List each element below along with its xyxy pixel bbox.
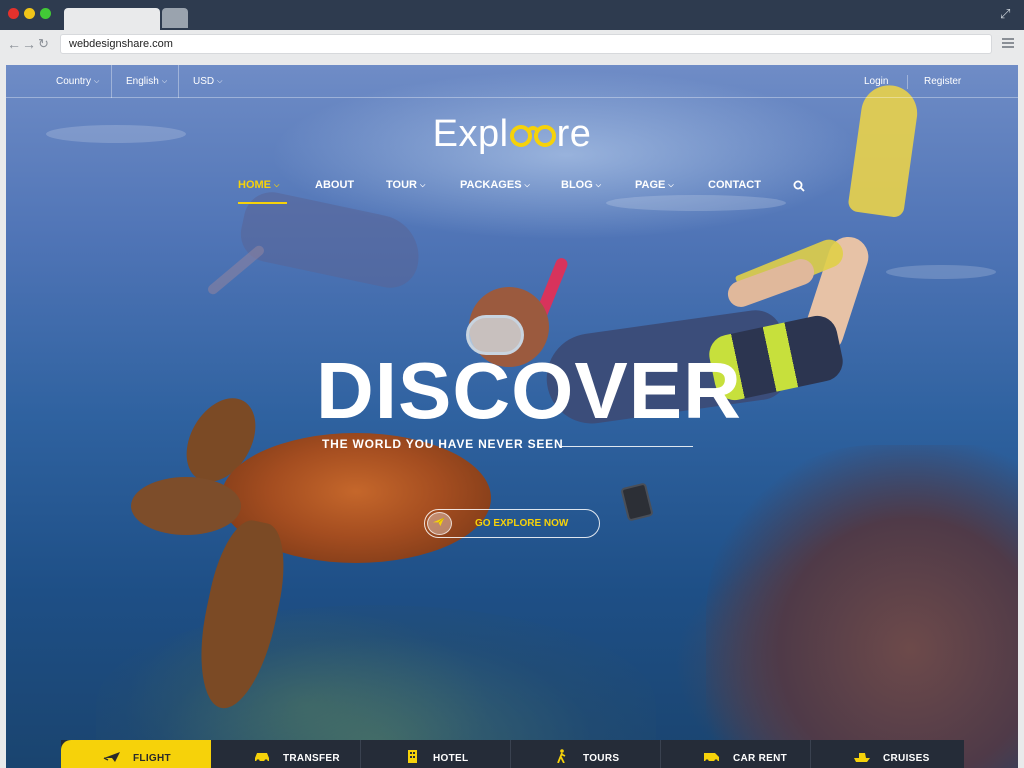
cta-label: GO EXPLORE NOW [475,518,569,529]
browser-tab-new[interactable] [162,8,188,28]
nav-item-about[interactable]: ABOUT [315,179,354,191]
site-logo[interactable]: Expl re [6,113,1018,156]
reload-icon[interactable]: ↻ [38,35,49,53]
hamburger-menu-icon[interactable] [1002,38,1014,50]
nav-item-contact[interactable]: CONTACT [708,179,761,191]
logo-text-prefix: Expl [432,113,509,155]
tab-label: HOTEL [433,753,469,764]
nav-item-page[interactable]: PAGE ⌵ [635,179,674,191]
divider [907,75,908,89]
back-arrow-icon[interactable]: ← [7,35,21,53]
fullscreen-icon[interactable]: ⤢ [1000,7,1014,21]
booking-tabs: FLIGHT TRANSFER HOTEL TOURS CAR RENT CRU… [61,740,964,768]
chevron-down-icon: ⌵ [274,182,280,189]
chevron-down-icon: ⌵ [524,182,530,189]
divider [111,65,112,98]
top-utility-bar: Country ⌵ English ⌵ USD ⌵ Login Register [6,65,1018,98]
currency-dropdown[interactable]: USD ⌵ [193,65,222,98]
tab-label: FLIGHT [133,753,171,764]
nav-label: TOUR [386,179,417,191]
building-icon [408,750,417,763]
goggles-logo-icon [509,125,556,147]
nav-label: CONTACT [708,179,761,191]
chevron-down-icon: ⌵ [94,78,100,85]
logo-text-suffix: re [556,113,592,155]
nav-label: PACKAGES [460,179,522,191]
tab-tours[interactable]: TOURS [511,740,661,768]
tab-flight[interactable]: FLIGHT [61,740,211,768]
minimize-window-button[interactable] [24,8,35,19]
tab-hotel[interactable]: HOTEL [361,740,511,768]
active-nav-indicator [238,202,287,204]
login-link[interactable]: Login [864,65,888,98]
tab-transfer[interactable]: TRANSFER [211,740,361,768]
divider [178,65,179,98]
maximize-window-button[interactable] [40,8,51,19]
main-nav: HOME ⌵ ABOUT TOUR ⌵ PACKAGES ⌵ BLOG ⌵ PAGE ⌵ … [6,179,1018,199]
underwater-camera [620,482,654,522]
nav-label: HOME [238,179,271,191]
explore-now-button[interactable]: GO EXPLORE NOW [424,509,600,538]
chevron-down-icon: ⌵ [217,78,223,85]
address-bar[interactable]: webdesignshare.com [60,34,992,54]
chevron-down-icon: ⌵ [595,182,602,189]
nav-label: BLOG [561,179,593,191]
currency-label: USD [193,76,215,87]
plane-icon [103,752,120,762]
browser-titlebar: ⤢ [0,0,1024,30]
hero-subline: THE WORLD YOU HAVE NEVER SEEN [322,437,564,451]
register-link[interactable]: Register [924,65,961,98]
tab-car-rent[interactable]: CAR RENT [661,740,811,768]
browser-tab-active[interactable] [64,8,160,30]
ship-icon [854,753,870,762]
nav-item-tour[interactable]: TOUR ⌵ [386,179,425,191]
country-label: Country [56,76,92,87]
water-shimmer [886,265,996,279]
nav-item-home[interactable]: HOME ⌵ [238,179,279,191]
forward-arrow-icon[interactable]: → [22,35,36,53]
nav-item-blog[interactable]: BLOG ⌵ [561,179,601,191]
close-window-button[interactable] [8,8,19,19]
chevron-down-icon: ⌵ [668,182,674,189]
browser-frame [0,58,1024,65]
van-icon [704,753,719,763]
tab-label: TOURS [583,753,620,764]
language-label: English [126,76,159,87]
person-walking-icon [557,749,566,763]
tab-cruises[interactable]: CRUISES [811,740,961,768]
nav-item-packages[interactable]: PACKAGES ⌵ [460,179,530,191]
coral-reef [706,445,1018,768]
hero-headline: DISCOVER [316,346,742,435]
tab-label: CRUISES [883,753,930,764]
tab-label: CAR RENT [733,753,788,764]
hero-section: Country ⌵ English ⌵ USD ⌵ Login Register Ex… [6,65,1018,768]
car-icon [255,753,269,763]
plane-icon [432,517,445,527]
browser-frame-right [1018,58,1024,768]
nav-label: ABOUT [315,179,355,191]
language-dropdown[interactable]: English ⌵ [126,65,167,98]
subline-divider [559,446,693,447]
chevron-down-icon: ⌵ [161,78,168,85]
turtle-head [131,477,241,535]
search-icon[interactable] [793,180,805,192]
country-dropdown[interactable]: Country ⌵ [56,65,99,98]
nav-label: PAGE [635,179,666,191]
background-diver-arm [205,243,267,297]
tab-label: TRANSFER [283,753,340,764]
browser-toolbar: ← → ↻ webdesignshare.com [0,30,1024,58]
chevron-down-icon: ⌵ [419,182,426,189]
